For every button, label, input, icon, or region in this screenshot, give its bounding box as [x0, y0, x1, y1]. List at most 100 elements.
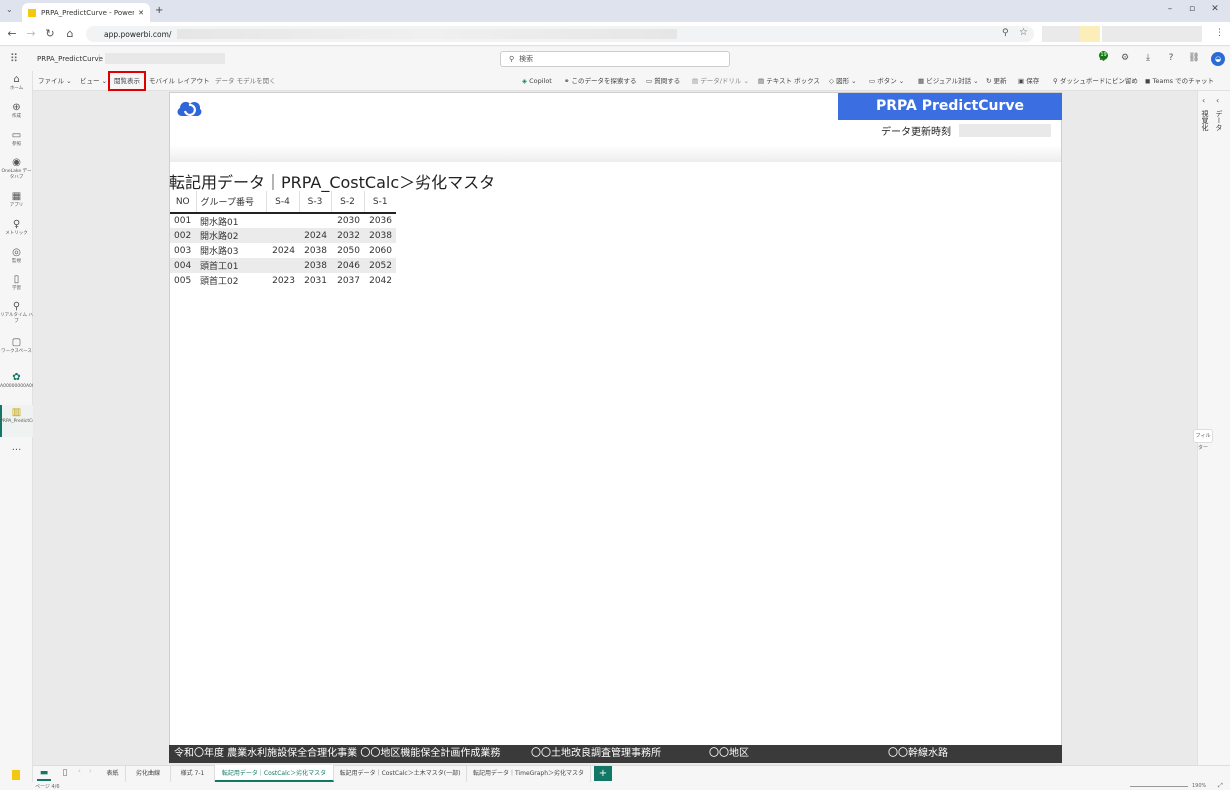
- share-link-icon[interactable]: ⛓: [1188, 53, 1200, 63]
- page-tab-costcalc-deterioration[interactable]: 転記用データ｜CostCalc＞劣化マスタ: [215, 765, 334, 782]
- bookmark-star-icon[interactable]: ☆: [1019, 27, 1028, 38]
- report-name[interactable]: PRPA_PredictCurve: [37, 55, 103, 63]
- zoom-slider[interactable]: [1130, 786, 1188, 787]
- rail-item-apps[interactable]: ▦ アプリ: [0, 191, 33, 209]
- reading-view-button[interactable]: 閲覧表示: [108, 71, 146, 91]
- rail-item-realtime-hub[interactable]: ⚲ リアルタイム ハブ: [0, 301, 33, 325]
- data-pane-tab[interactable]: データ: [1214, 110, 1224, 131]
- close-window-icon[interactable]: ✕: [1208, 4, 1222, 14]
- monitor-icon: ◎: [12, 247, 21, 258]
- back-icon[interactable]: ←: [5, 27, 19, 40]
- deterioration-master-table[interactable]: NO グループ番号 S-4 S-3 S-2 S-1 001 開水路01 2030…: [170, 191, 396, 288]
- settings-gear-icon[interactable]: ⚙: [1119, 53, 1131, 63]
- rail-more-button[interactable]: ···: [0, 445, 33, 457]
- visual-interactions-button[interactable]: ▦ ビジュアル対話 ⌄: [918, 73, 979, 89]
- teams-chat-button[interactable]: ◼ Teams でのチャット: [1145, 73, 1214, 89]
- textbox-button[interactable]: ▤ テキスト ボックス: [758, 73, 820, 89]
- rail-item-learn[interactable]: ▯ 学習: [0, 274, 33, 292]
- column-header-group[interactable]: グループ番号: [195, 191, 266, 214]
- page-tab-deterioration-curve[interactable]: 劣化曲線: [126, 765, 171, 782]
- download-icon[interactable]: ⤓: [1142, 53, 1154, 63]
- column-header-s4[interactable]: S-4: [265, 191, 299, 214]
- add-page-button[interactable]: +: [594, 766, 612, 781]
- page-tab-costcalc-civil[interactable]: 転記用データ｜CostCalc＞土木マスタ(一部): [334, 765, 467, 782]
- zoom-icon[interactable]: ⚲: [1002, 28, 1009, 38]
- rail-item-browse[interactable]: ▭ 参照: [0, 130, 33, 148]
- maximize-icon[interactable]: ▫: [1185, 4, 1199, 14]
- column-header-s1[interactable]: S-1: [363, 191, 396, 214]
- shapes-button[interactable]: ◇ 図形 ⌄: [829, 73, 857, 89]
- buttons-button[interactable]: ▭ ボタン ⌄: [869, 73, 904, 89]
- fit-page-icon[interactable]: ⤢: [1218, 782, 1223, 790]
- data-update-value-redacted: [959, 124, 1051, 137]
- copilot-button[interactable]: ◈ Copilot: [522, 73, 552, 89]
- rail-item-current-report[interactable]: ▥ PRPA_PredictCurve: [0, 407, 42, 425]
- expand-data-pane-icon[interactable]: ‹: [1216, 96, 1219, 105]
- rail-item-monitor[interactable]: ◎ 監視: [0, 247, 33, 265]
- rail-item-onelake[interactable]: ◉ OneLake データハブ: [0, 157, 33, 181]
- global-search-box[interactable]: ⚲ 検索: [500, 51, 730, 67]
- comment-icon: ▭: [646, 77, 653, 85]
- cell-s3: 2024: [299, 228, 331, 243]
- status-bar: [0, 782, 1230, 790]
- cell-s4: [266, 213, 299, 228]
- mobile-layout-button[interactable]: モバイル レイアウト: [149, 73, 210, 89]
- help-icon[interactable]: ?: [1165, 53, 1177, 63]
- expand-visual-pane-icon[interactable]: ‹: [1202, 96, 1205, 105]
- footer-project-name: 令和〇年度 農業水利施設保全合理化事業 〇〇地区機能保全計画作成業務: [174, 748, 501, 759]
- cell-s2: 2030: [337, 216, 360, 226]
- filter-pane-tab[interactable]: フィルター: [1193, 429, 1213, 451]
- next-page-icon[interactable]: ›: [89, 767, 92, 775]
- home-icon[interactable]: ⌂: [63, 27, 77, 40]
- close-tab-icon[interactable]: ✕: [138, 9, 144, 17]
- page-tab-timegraph-deterioration[interactable]: 転記用データ｜TimeGraph＞劣化マスタ: [467, 765, 591, 782]
- pin-to-dashboard-button[interactable]: ⚲ ダッシュボードにピン留め: [1053, 73, 1138, 89]
- minimize-icon[interactable]: –: [1163, 4, 1177, 14]
- url-bar[interactable]: app.powerbi.com/: [86, 26, 1034, 42]
- report-icon: ▥: [11, 407, 22, 418]
- column-header-s2[interactable]: S-2: [330, 191, 364, 214]
- table-row[interactable]: 005 頭首工02 2023 2031 2037 2042: [170, 273, 396, 288]
- tab-list-icon[interactable]: ⌄: [6, 5, 13, 14]
- refresh-button[interactable]: ↻ 更新: [986, 73, 1007, 89]
- comment-button[interactable]: ▭ 質問する: [646, 73, 680, 89]
- column-header-no[interactable]: NO: [170, 191, 196, 214]
- table-row[interactable]: 004 頭首工01 2038 2046 2052: [170, 258, 396, 273]
- open-data-model-button[interactable]: データ モデルを開く: [215, 73, 276, 89]
- new-tab-button[interactable]: +: [155, 5, 163, 16]
- prev-page-icon[interactable]: ‹: [78, 767, 81, 775]
- phone-layout-icon[interactable]: ▯: [59, 766, 71, 781]
- reload-icon[interactable]: ↻: [43, 27, 57, 40]
- view-menu-button[interactable]: ビュー ⌄: [80, 73, 107, 89]
- page-tab-form-7-1[interactable]: 様式 7-1: [171, 765, 215, 782]
- footer-office: 〇〇土地改良調査管理事務所: [531, 748, 661, 759]
- browser-menu-icon[interactable]: ⋮: [1215, 28, 1224, 38]
- desktop-layout-icon[interactable]: ▬: [37, 766, 51, 781]
- explore-data-button[interactable]: ⚭ このデータを探索する: [564, 73, 637, 89]
- column-header-s3[interactable]: S-3: [298, 191, 331, 214]
- cell-no: 004: [170, 258, 196, 273]
- app-launcher-icon[interactable]: ⠿: [10, 52, 18, 65]
- browser-tab[interactable]: PRPA_PredictCurve - Power BI ✕: [22, 3, 150, 22]
- rail-item-create[interactable]: ⊕ 作成: [0, 102, 33, 120]
- rail-item-workspaces[interactable]: ▢ ワークスペース: [0, 337, 33, 355]
- cell-group: 開水路03: [200, 247, 239, 257]
- browser-tab-title: PRPA_PredictCurve - Power BI: [41, 8, 135, 17]
- visualizations-pane-tab[interactable]: 視覚化: [1200, 110, 1210, 131]
- forward-icon[interactable]: →: [24, 27, 38, 40]
- header-redacted: [105, 53, 225, 64]
- rail-item-workspace[interactable]: ✿ A00000000A00000: [0, 372, 43, 390]
- account-avatar[interactable]: ◒: [1211, 52, 1225, 66]
- page-tab-cover[interactable]: 表紙: [100, 765, 126, 782]
- table-row[interactable]: 001 開水路01 2030 2036: [170, 213, 396, 228]
- rail-item-metrics[interactable]: ♀ メトリック: [0, 219, 33, 237]
- search-icon: ⚲: [509, 55, 515, 63]
- file-menu-button[interactable]: ファイル ⌄: [38, 73, 72, 89]
- create-icon: ⊕: [12, 102, 21, 113]
- table-row[interactable]: 002 開水路02 2024 2032 2038: [170, 228, 396, 243]
- explore-icon: ⚭: [564, 77, 570, 85]
- data-drill-button[interactable]: ▤ データ/ドリル ⌄: [692, 73, 749, 89]
- rail-item-home[interactable]: ⌂ ホーム: [0, 74, 33, 92]
- table-row[interactable]: 003 開水路03 2024 2038 2050 2060: [170, 243, 396, 258]
- save-button[interactable]: ▣ 保存: [1018, 73, 1039, 89]
